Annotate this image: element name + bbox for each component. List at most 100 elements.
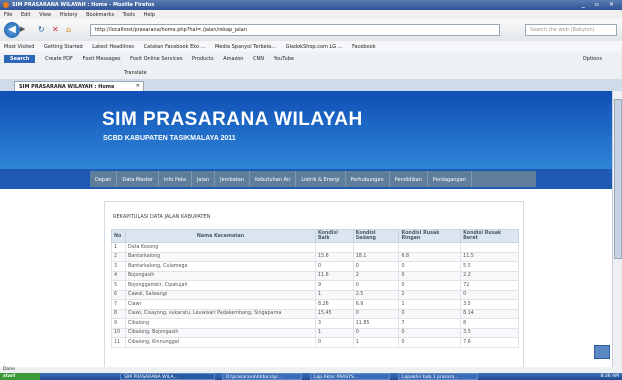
bookmark-item[interactable]: Facebook (352, 44, 376, 50)
table-cell: 0 (315, 337, 354, 348)
bookmark-item[interactable]: Getting Started (44, 44, 83, 50)
back-button[interactable]: ◀ (4, 22, 20, 38)
table-row: 8 Ciawi, Cisayong, sukaratu, Leuwisari Pa… (111, 308, 519, 319)
table-cell: 0 (398, 337, 462, 348)
products-button[interactable]: Products (192, 56, 214, 62)
table-cell: 0 (398, 280, 462, 291)
taskbar-item[interactable]: SIM PRASARANA WILA... (120, 373, 215, 380)
stop-icon[interactable]: ✕ (52, 25, 59, 34)
bookmarks-bar: Most Visited Getting Started Latest Head… (0, 41, 622, 52)
table-cell: 72 (460, 280, 519, 291)
forward-button[interactable]: ▶ (20, 25, 25, 33)
nav-kebutuhan-air[interactable]: Kebutuhan Air (250, 171, 297, 187)
table-cell: 5.5 (460, 261, 519, 272)
menu-view[interactable]: View (39, 12, 51, 18)
window-controls[interactable]: _ ▫ ✕ (582, 1, 618, 8)
menu-help[interactable]: Help (144, 12, 155, 18)
menu-history[interactable]: History (60, 12, 78, 18)
table-cell: 9 (111, 318, 126, 329)
nav-depan[interactable]: Depan (90, 171, 118, 187)
foxit-online-button[interactable]: Foxit Online Services (130, 56, 182, 62)
taskbar-item[interactable]: Lap Akhir PRASYS... (310, 373, 390, 380)
table-cell: 2.2 (460, 270, 519, 281)
table-cell: 6.8 (398, 251, 462, 262)
nav-jalan[interactable]: Jalan (192, 171, 216, 187)
search-input[interactable]: Search the web (Babylon) (525, 24, 617, 36)
bookmark-item[interactable]: GladokShop.com LG ... (286, 44, 343, 50)
table-cell: Cibalong (125, 318, 316, 329)
table-cell: 2 (111, 251, 126, 262)
start-button[interactable]: start (0, 373, 40, 380)
close-tab-icon[interactable]: ✕ (136, 83, 140, 89)
bookmark-item[interactable]: Latest Headlines (92, 44, 134, 50)
table-cell (352, 242, 400, 253)
reload-icon[interactable]: ↻ (38, 25, 45, 34)
nav-perhubungan[interactable]: Perhubungan (346, 171, 390, 187)
table-row: 11 Cibalong, Kinnunggal 0 1 0 7.6 (111, 337, 519, 348)
create-pdf-button[interactable]: Create PDF (45, 56, 73, 62)
table-cell: 0 (398, 327, 462, 338)
table-cell: Bantarkalong (125, 251, 316, 262)
home-icon[interactable]: ⌂ (66, 25, 71, 34)
table-cell: 8 (111, 308, 126, 319)
table-cell: Data Kosong (125, 242, 316, 253)
table-cell: 0 (398, 261, 462, 272)
nav-jembatan[interactable]: Jembatan (215, 171, 250, 187)
taskbar-item[interactable]: D:\prasarana\htdocs\pr... (222, 373, 302, 380)
cnn-button[interactable]: CNN (253, 56, 264, 62)
bookmark-item[interactable]: Catatan Facebook Eko ... (144, 44, 206, 50)
table-cell: 8.26 (315, 299, 354, 310)
table-cell: 15.6 (315, 251, 354, 262)
col-header: Kondisi Sedang (352, 229, 400, 243)
nav-pendidikan[interactable]: Pendidikan (390, 171, 428, 187)
window-titlebar: SIM PRASARANA WILAYAH : Home - Mozilla F… (0, 0, 622, 10)
table-cell: 0 (352, 280, 400, 291)
content-panel: REKAPITULASI DATA JALAN KABUPATEN No Nam… (104, 201, 524, 367)
table-cell: 18.1 (352, 251, 400, 262)
taskbar-item[interactable]: Lapakhir bab 1 prasara... (398, 373, 478, 380)
site-nav: Depan Data Master Info Peta Jalan Jembat… (0, 169, 612, 189)
page-scrollbar[interactable] (612, 91, 622, 367)
menu-tools[interactable]: Tools (123, 12, 135, 18)
addon-toolbar: Search Create PDF Foxit Messages Foxit O… (0, 52, 622, 67)
scrollbar-thumb[interactable] (614, 99, 622, 259)
table-cell: 5 (111, 280, 126, 291)
table-cell: Cawal, Salwangi (125, 289, 316, 300)
navigation-bar: ◀ ▶ ↻ ✕ ⌂ http://localhost/prasarana/hom… (0, 19, 622, 41)
bookmark-item[interactable]: Most Visited (4, 44, 34, 50)
table-cell: Bantarkalong, Culamega (125, 261, 316, 272)
search-button[interactable]: Search (4, 55, 36, 63)
tab-home[interactable]: SIM PRASARANA WILAYAH : Home ✕ (14, 81, 144, 91)
amazon-button[interactable]: Amazon (223, 56, 243, 62)
table-cell: Cibalong, Bojongasih (125, 327, 316, 338)
menu-bookmarks[interactable]: Bookmarks (86, 12, 114, 18)
table-cell: 4 (111, 270, 126, 281)
col-header: Nama Kecamatan (125, 229, 316, 243)
table-cell: Ciawi (125, 299, 316, 310)
table-cell: 1 (315, 289, 354, 300)
youtube-button[interactable]: YouTube (274, 56, 294, 62)
content-title: REKAPITULASI DATA JALAN KABUPATEN (113, 214, 211, 220)
url-bar[interactable]: http://localhost/prasarana/home.php?hal=… (90, 24, 500, 36)
table-cell: 3.5 (460, 299, 519, 310)
menu-file[interactable]: File (4, 12, 12, 18)
bookmark-item[interactable]: Media Spanyol Terbela... (215, 44, 276, 50)
foxit-messages-button[interactable]: Foxit Messages (83, 56, 121, 62)
menu-edit[interactable]: Edit (21, 12, 31, 18)
translate-toolbar: Translate (0, 67, 622, 79)
tray-gadget-icon[interactable] (594, 345, 610, 359)
nav-perdagangan[interactable]: Perdagangan (428, 171, 472, 187)
table-cell: 11.5 (460, 251, 519, 262)
nav-data-master[interactable]: Data Master (117, 171, 159, 187)
table-cell: 1 (315, 327, 354, 338)
table-cell: 1 (398, 299, 462, 310)
options-button[interactable]: Options (583, 56, 602, 62)
window-title: SIM PRASARANA WILAYAH : Home - Mozilla F… (12, 2, 155, 8)
nav-info-peta[interactable]: Info Peta (159, 171, 192, 187)
table-cell: 3.5 (460, 327, 519, 338)
translate-button[interactable]: Translate (124, 70, 147, 76)
nav-listrik[interactable]: Listrik & Energi (296, 171, 346, 187)
firefox-icon (3, 2, 9, 8)
table-row: 2 Bantarkalong 15.6 18.1 6.8 11.5 (111, 251, 519, 262)
table-row: 10 Cibalong, Bojongasih 1 0 0 3.5 (111, 327, 519, 338)
